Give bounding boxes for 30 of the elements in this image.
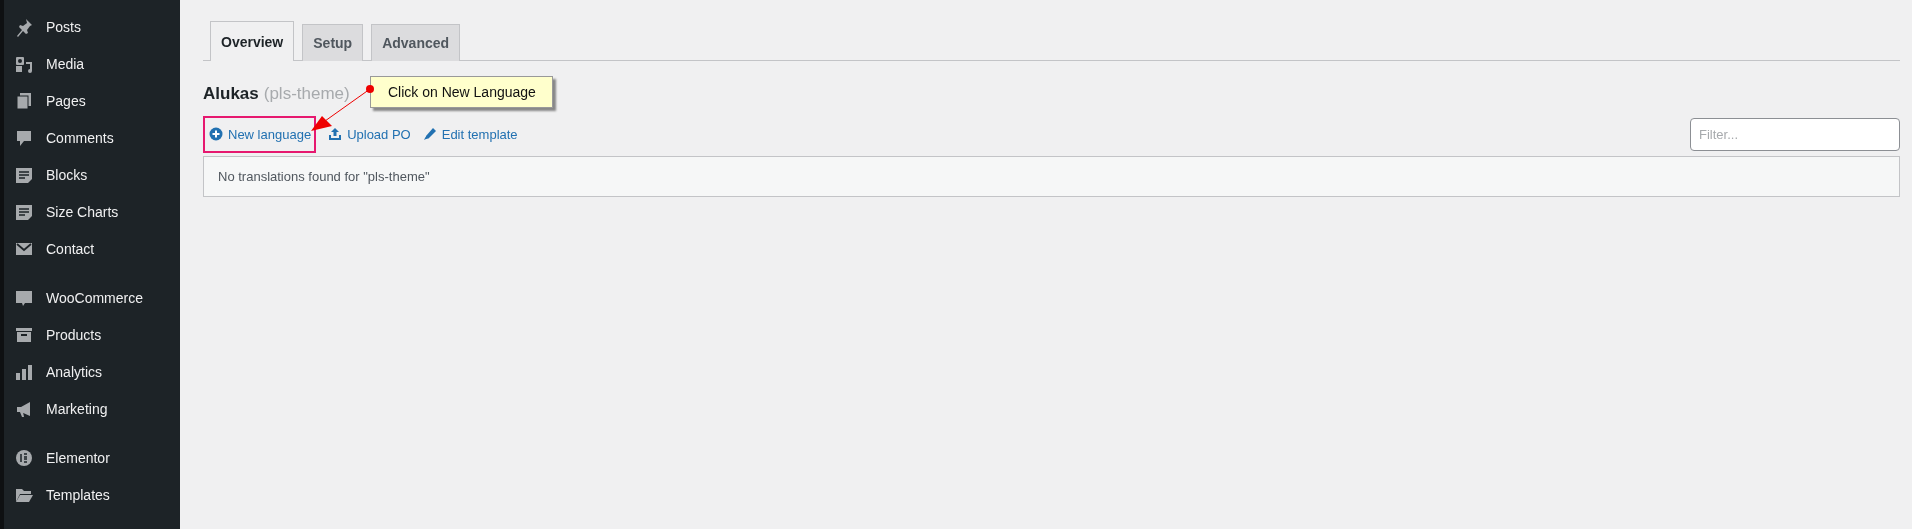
pencil-icon	[422, 127, 437, 141]
action-link[interactable]: Edit template	[422, 126, 518, 142]
sidebar-item[interactable]: Size Charts	[4, 193, 180, 230]
tab[interactable]: Setup	[302, 24, 364, 61]
sidebar-item[interactable]: Templates	[4, 476, 180, 513]
sidebar-item[interactable]: Media	[4, 45, 180, 82]
sidebar-item[interactable]: Contact	[4, 230, 180, 267]
sidebar-item[interactable]: Elementor	[4, 439, 180, 476]
sidebar-item[interactable]: Blocks	[4, 156, 180, 193]
action-link[interactable]: New language	[209, 126, 312, 142]
menu-icon	[14, 16, 34, 37]
sidebar-item[interactable]: Analytics	[4, 353, 180, 390]
filter-field[interactable]: Filter...	[1690, 117, 1900, 151]
menu-icon	[14, 447, 34, 468]
menu-icon	[14, 90, 34, 111]
sidebar-item[interactable]: Posts	[4, 8, 180, 45]
tab[interactable]: Overview	[210, 21, 295, 61]
action-link[interactable]: Upload PO	[328, 126, 411, 142]
sidebar-item[interactable]: Products	[4, 316, 180, 353]
callout-tooltip: Click on New Language	[370, 76, 553, 108]
sidebar-item[interactable]: Pages	[4, 82, 180, 119]
sidebar-item[interactable]: WooCommerce	[4, 279, 180, 316]
theme-slug: (pls-theme)	[263, 84, 350, 104]
upload-icon	[328, 127, 343, 141]
sidebar-item[interactable]: Marketing	[4, 390, 180, 427]
empty-notice: No translations found for "pls-theme"	[203, 156, 1900, 197]
sidebar-item[interactable]: Comments	[4, 119, 180, 156]
tab[interactable]: Advanced	[371, 24, 461, 61]
plus-circle-icon	[209, 127, 223, 141]
page-title: Alukas	[203, 84, 259, 104]
